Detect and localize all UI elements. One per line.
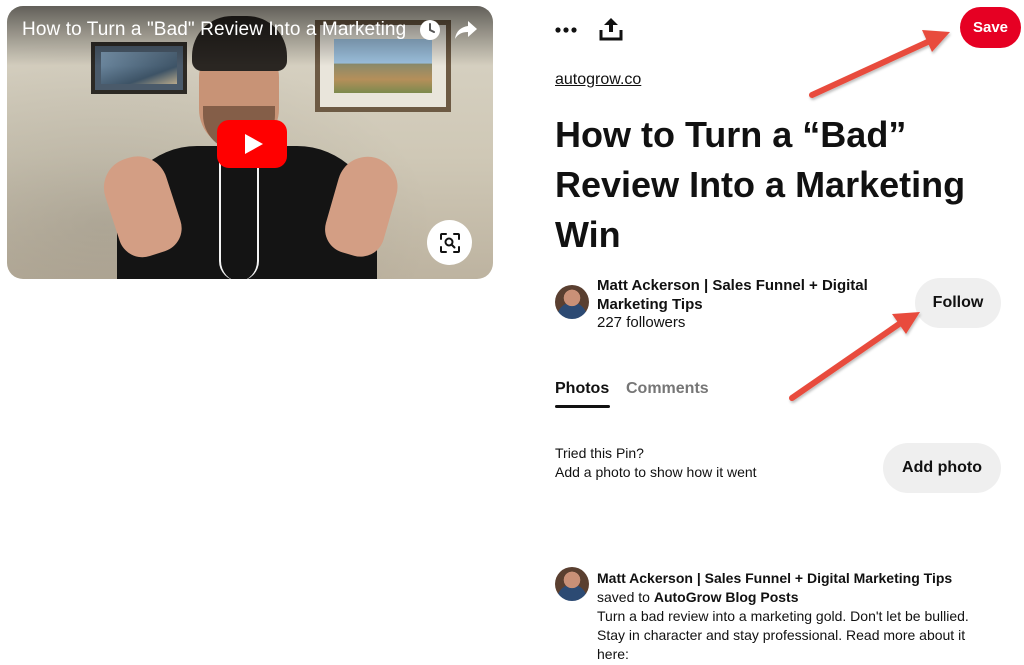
add-photo-button[interactable]: Add photo <box>883 443 1001 493</box>
board-link[interactable]: AutoGrow Blog Posts <box>654 589 799 605</box>
upload-icon[interactable] <box>598 16 624 42</box>
pin-title: How to Turn a “Bad” Review Into a Market… <box>555 114 966 255</box>
arrow-to-save <box>809 30 950 98</box>
avatar[interactable] <box>555 567 589 601</box>
save-button[interactable]: Save <box>960 7 1021 48</box>
source-link[interactable]: autogrow.co <box>555 71 641 89</box>
tried-pin-title: Tried this Pin? <box>555 445 644 461</box>
more-icon[interactable] <box>554 18 578 42</box>
active-tab-indicator <box>555 405 610 408</box>
saved-prefix: saved to <box>597 589 654 605</box>
visual-search-icon <box>439 232 460 253</box>
creator-name[interactable]: Matt Ackerson | Sales Funnel + Digital M… <box>597 276 897 314</box>
saved-to-line: saved to AutoGrow Blog Posts <box>597 589 799 605</box>
arrow-to-follow <box>789 312 920 401</box>
clock-icon[interactable] <box>418 18 442 42</box>
avatar[interactable] <box>555 285 589 319</box>
pin-description: Turn a bad review into a marketing gold.… <box>597 608 969 662</box>
tried-pin-subtitle: Add a photo to show how it went <box>555 464 757 480</box>
share-arrow-icon[interactable] <box>453 18 479 42</box>
follower-count: 227 followers <box>597 314 686 331</box>
saver-name[interactable]: Matt Ackerson | Sales Funnel + Digital M… <box>597 570 952 586</box>
pin-video[interactable]: How to Turn a "Bad" Review Into a Market… <box>7 6 493 279</box>
follow-button[interactable]: Follow <box>915 278 1001 328</box>
video-title[interactable]: How to Turn a "Bad" Review Into a Market… <box>22 19 412 41</box>
play-icon[interactable] <box>217 120 287 168</box>
tab-photos[interactable]: Photos <box>555 380 609 398</box>
tab-comments[interactable]: Comments <box>626 380 709 398</box>
visual-search-button[interactable] <box>427 220 472 265</box>
